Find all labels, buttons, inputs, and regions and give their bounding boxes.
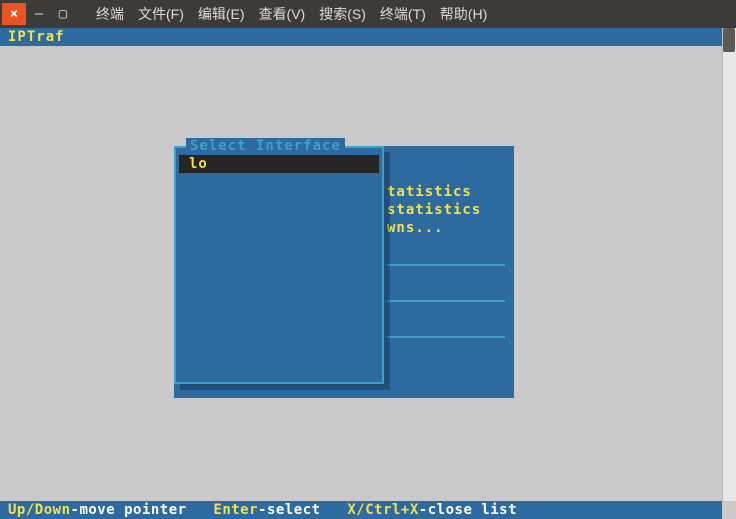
menu-bar: 终端 文件(F) 编辑(E) 查看(V) 搜索(S) 终端(T) 帮助(H) [92, 2, 491, 26]
window-controls: × — ▢ [0, 0, 74, 28]
minimize-icon: — [35, 6, 43, 22]
app-title-bar: IPTraf [0, 28, 722, 46]
main-menu-fragment: statistics [387, 202, 481, 218]
scrollbar-track[interactable] [722, 28, 736, 501]
status-action: -move pointer [71, 502, 187, 518]
interface-list-item-selected[interactable]: lo [179, 155, 379, 173]
status-key: Enter [213, 502, 258, 518]
terminal-content: IPTraf tatistics statistics wns... Selec… [0, 28, 722, 519]
maximize-icon: ▢ [59, 6, 67, 22]
main-menu-fragment: tatistics [387, 184, 472, 200]
status-action: -select [258, 502, 321, 518]
terminal-area: IPTraf tatistics statistics wns... Selec… [0, 28, 736, 519]
main-menu-separator [387, 300, 505, 302]
status-key: Up/Down [8, 502, 71, 518]
menu-item-help[interactable]: 帮助(H) [436, 2, 491, 26]
menu-item-file[interactable]: 文件(F) [134, 2, 188, 26]
status-action: -close list [419, 502, 517, 518]
scrollbar-thumb[interactable] [723, 28, 735, 52]
menu-item-terminal[interactable]: 终端 [92, 2, 128, 26]
menu-item-edit[interactable]: 编辑(E) [194, 2, 249, 26]
close-button[interactable]: × [2, 3, 26, 25]
main-menu-separator [387, 264, 505, 266]
status-bar: Up/Down-move pointer Enter-select X/Ctrl… [0, 501, 722, 519]
maximize-button[interactable]: ▢ [52, 4, 74, 24]
main-menu-separator [387, 336, 505, 338]
minimize-button[interactable]: — [28, 4, 50, 24]
menu-item-terminal2[interactable]: 终端(T) [376, 2, 430, 26]
select-interface-dialog: Select Interface lo [174, 146, 384, 384]
close-icon: × [10, 6, 18, 22]
main-menu-fragment: wns... [387, 220, 444, 236]
status-key: X/Ctrl+X [347, 502, 418, 518]
dialog-title: Select Interface [186, 138, 345, 154]
menu-item-search[interactable]: 搜索(S) [315, 2, 370, 26]
window-titlebar: × — ▢ 终端 文件(F) 编辑(E) 查看(V) 搜索(S) 终端(T) 帮… [0, 0, 736, 28]
menu-item-view[interactable]: 查看(V) [255, 2, 310, 26]
